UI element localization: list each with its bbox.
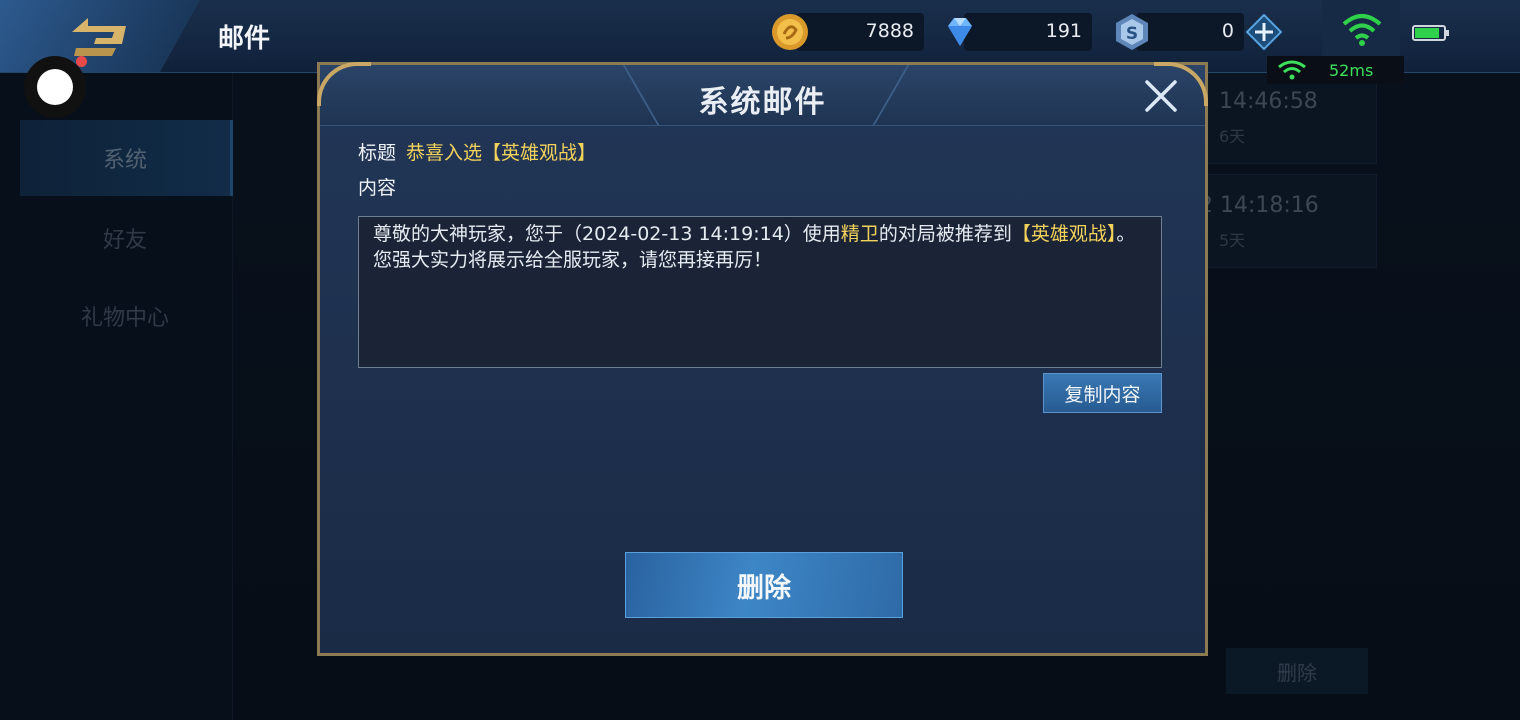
coupon-amount: 0 bbox=[1221, 20, 1234, 42]
diamond-counter: 191 bbox=[964, 13, 1092, 51]
coupon-counter: 0 bbox=[1136, 13, 1244, 51]
content-text: 尊敬的大神玩家，您于（2024-02-13 14:19:14）使用 bbox=[373, 223, 841, 245]
delete-button[interactable]: 删除 bbox=[625, 552, 903, 618]
s-coupon-icon: S bbox=[1116, 14, 1148, 50]
ping-indicator: 52ms bbox=[1267, 56, 1404, 84]
content-text: 的对局被推荐到 bbox=[878, 223, 1012, 245]
subject-row: 标题 恭喜入选【英雄观战】 bbox=[358, 138, 596, 165]
gold-amount: 7888 bbox=[865, 20, 914, 42]
subject-label: 标题 bbox=[358, 142, 397, 164]
back-button[interactable] bbox=[0, 0, 200, 72]
ping-value: 52ms bbox=[1329, 61, 1374, 80]
mail-content-box[interactable]: 尊敬的大神玩家，您于（2024-02-13 14:19:14）使用精卫的对局被推… bbox=[358, 216, 1162, 368]
system-mail-dialog: 系统邮件 标题 恭喜入选【英雄观战】 内容 尊敬的大神玩家，您于（2024-02-… bbox=[317, 62, 1208, 656]
dialog-title: 系统邮件 bbox=[698, 85, 827, 120]
hero-name: 精卫 bbox=[840, 223, 879, 245]
subject-value: 恭喜入选【英雄观战】 bbox=[406, 142, 597, 164]
feature-tag: 【英雄观战】 bbox=[1011, 223, 1117, 245]
gold-counter: 7888 bbox=[796, 13, 924, 51]
copy-content-button[interactable]: 复制内容 bbox=[1043, 373, 1162, 413]
content-paragraph-2: 您强大实力将展示给全服玩家，请您再接再厉！ bbox=[373, 249, 773, 271]
ping-wifi-icon bbox=[1278, 60, 1306, 80]
gold-coin-icon bbox=[772, 14, 808, 50]
diamond-icon bbox=[948, 18, 972, 46]
back-arrow-icon bbox=[72, 18, 126, 56]
battery-icon bbox=[1412, 25, 1449, 41]
svg-text:S: S bbox=[1126, 24, 1138, 44]
page-title: 邮件 bbox=[218, 24, 271, 54]
notification-dot bbox=[76, 56, 87, 67]
content-paragraph-1: 尊敬的大神玩家，您于（2024-02-13 14:19:14）使用精卫的对局被推… bbox=[373, 221, 1147, 247]
content-text: 。 bbox=[1116, 223, 1136, 245]
dialog-header: 系统邮件 bbox=[320, 65, 1205, 126]
diamond-amount: 191 bbox=[1045, 20, 1082, 42]
wifi-icon bbox=[1342, 14, 1382, 46]
content-label: 内容 bbox=[358, 177, 397, 199]
network-status bbox=[1322, 0, 1400, 58]
add-currency-button[interactable] bbox=[1246, 14, 1282, 50]
